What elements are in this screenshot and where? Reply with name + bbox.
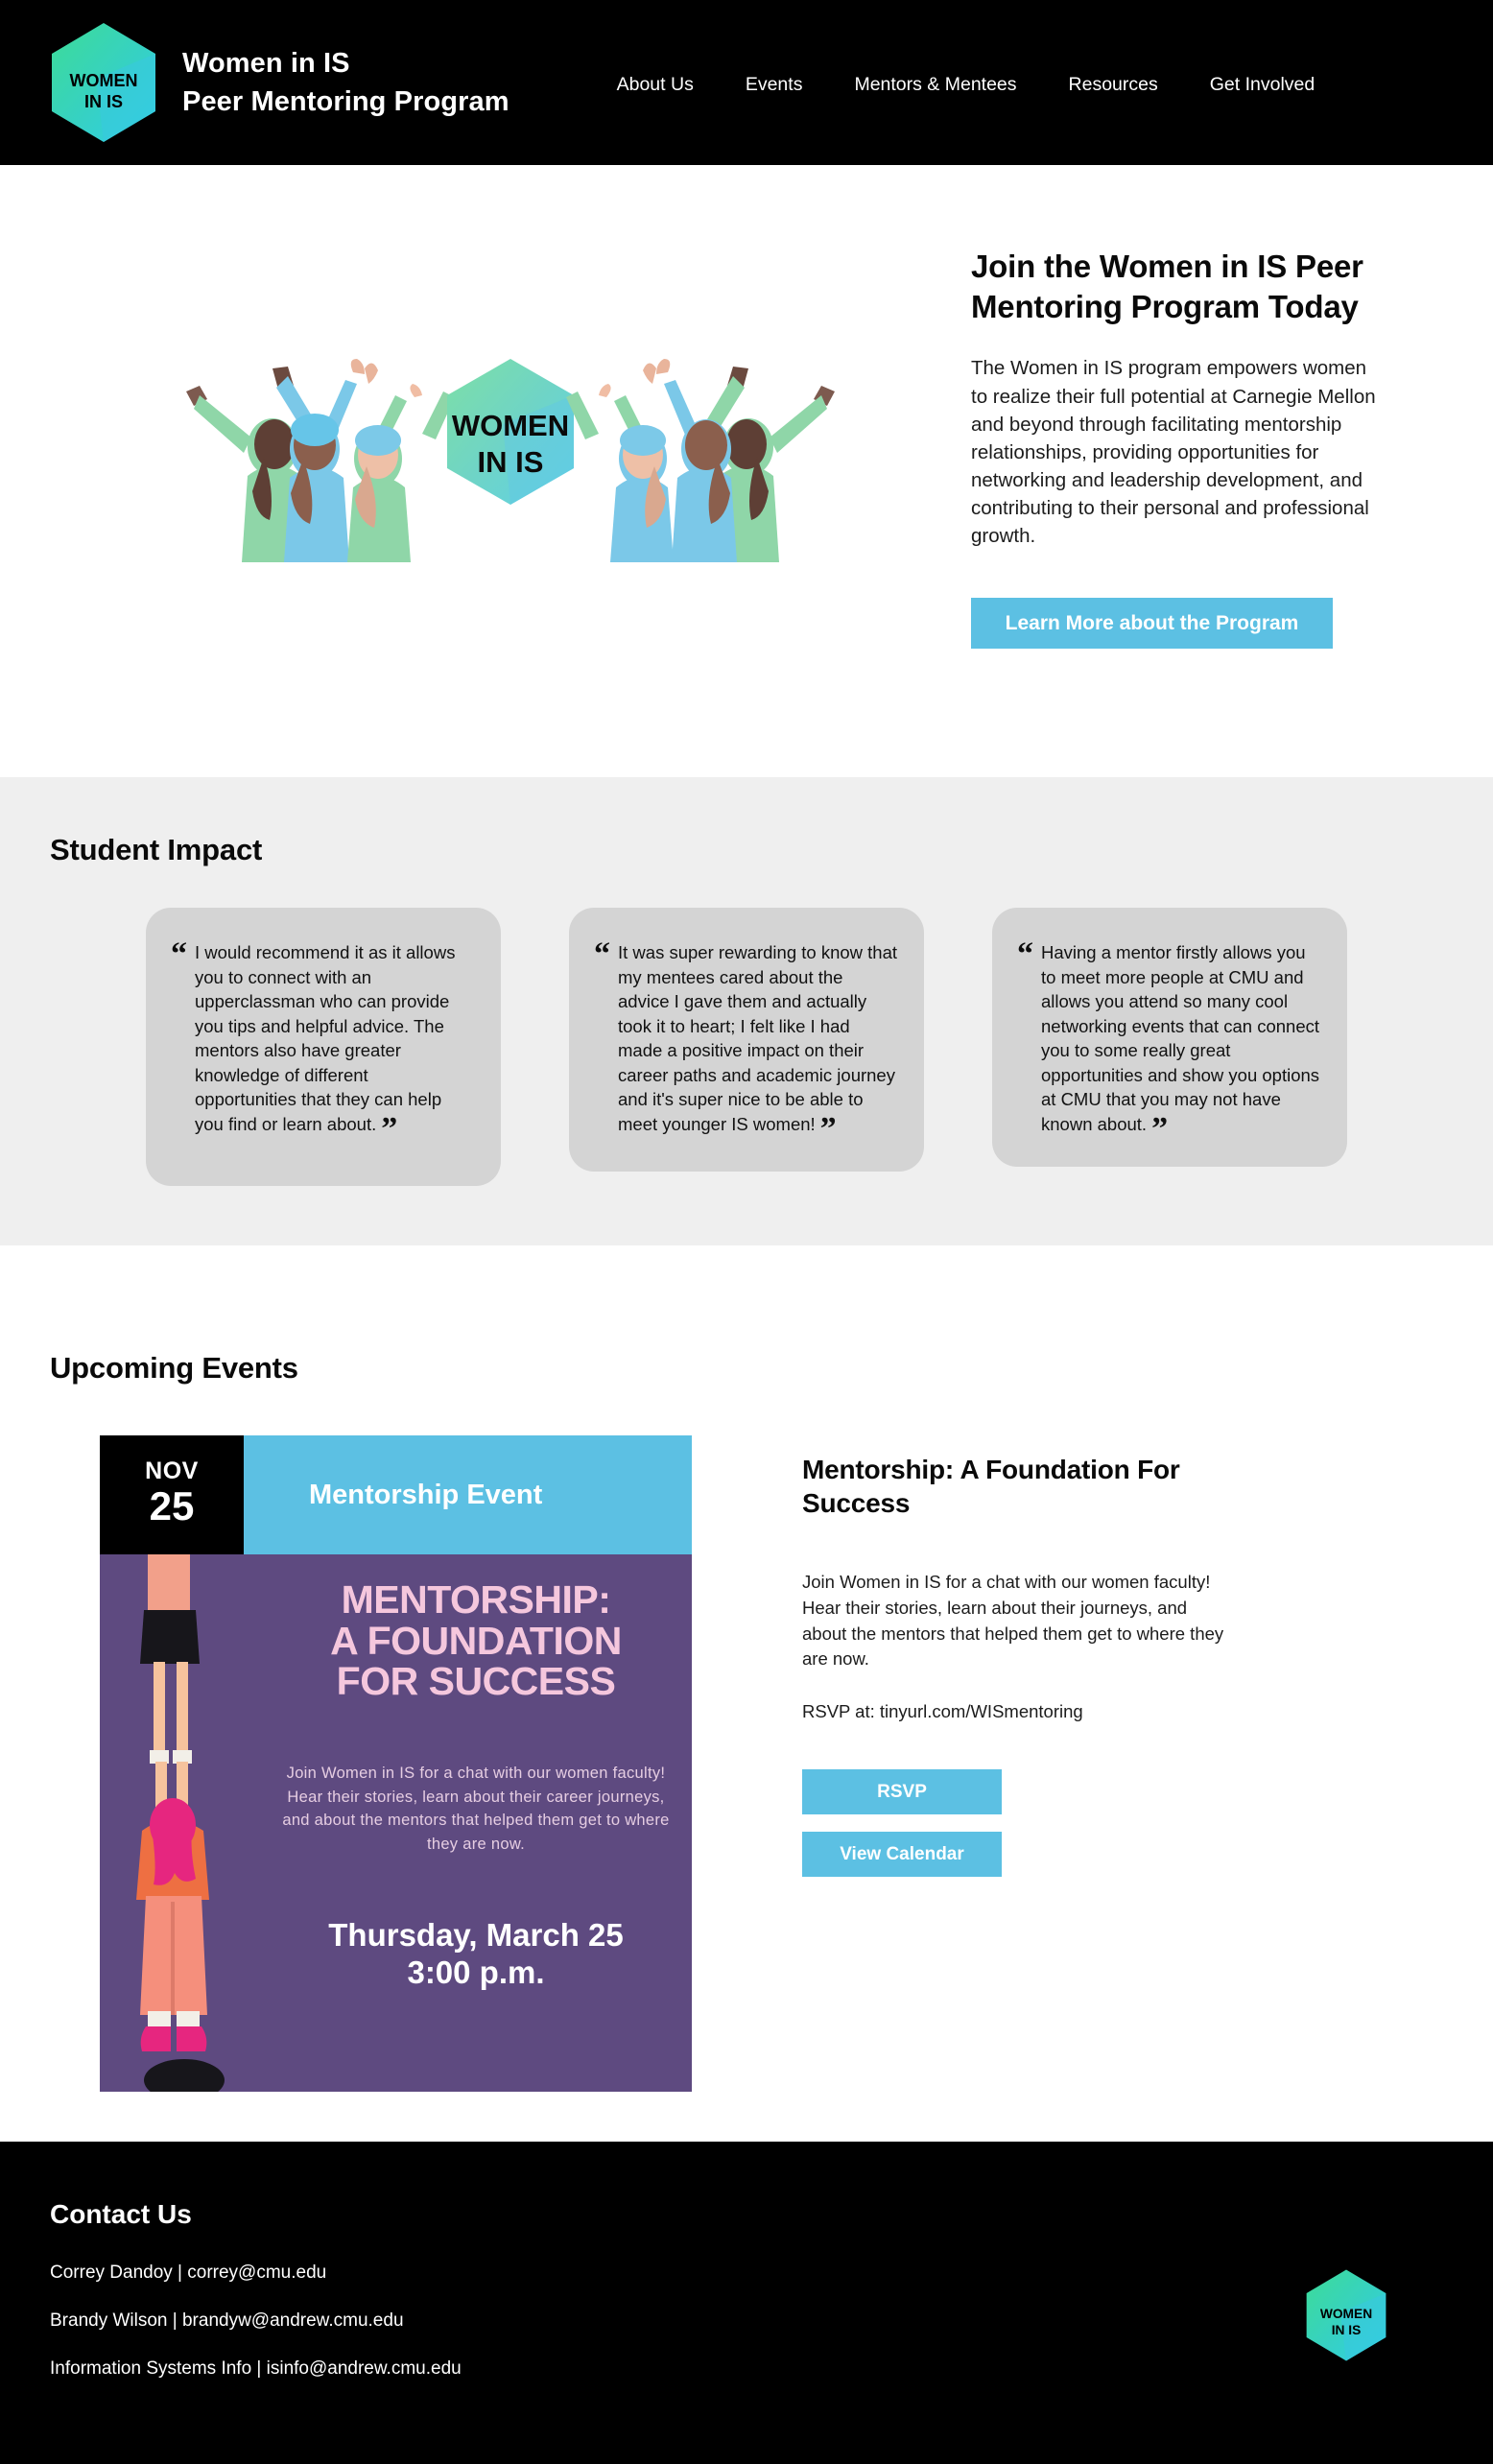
student-impact-section: Student Impact “ I would recommend it as… — [0, 777, 1493, 1245]
nav-item-mentors-mentees[interactable]: Mentors & Mentees — [854, 74, 1016, 96]
contact-line[interactable]: Brandy Wilson | brandyw@andrew.cmu.edu — [50, 2310, 462, 2332]
upcoming-events-section: Upcoming Events NOV 25 Mentorship Event — [0, 1245, 1493, 2142]
testimonial-text: Having a mentor firstly allows you to me… — [1041, 942, 1320, 1147]
event-detail: Mentorship: A Foundation For Success Joi… — [802, 1435, 1224, 1878]
event-row: NOV 25 Mentorship Event MENTORSHIP: A FO… — [50, 1435, 1443, 2142]
event-poster-image: MENTORSHIP: A FOUNDATION FOR SUCCESS Joi… — [100, 1554, 692, 2092]
testimonial-text: I would recommend it as it allows you to… — [195, 942, 456, 1147]
poster-body: Join Women in IS for a chat with our wom… — [282, 1764, 670, 1854]
hero-illustration: WOMEN IN IS — [50, 165, 971, 777]
rsvp-button[interactable]: RSVP — [802, 1769, 1002, 1815]
footer-women-in-is-logo-icon: WOMEN IN IS — [1305, 2268, 1387, 2362]
nav-item-events[interactable]: Events — [746, 74, 803, 96]
site-header: WOMEN IN IS Women in IS Peer Mentoring P… — [0, 0, 1493, 165]
hero-copy: Join the Women in IS Peer Mentoring Prog… — [971, 165, 1384, 650]
event-banner: Mentorship Event — [244, 1435, 692, 1554]
testimonial-card: “ It was super rewarding to know that my… — [569, 908, 924, 1172]
poster-title: MENTORSHIP: A FOUNDATION FOR SUCCESS — [330, 1577, 622, 1704]
poster-datetime: Thursday, March 25 3:00 p.m. — [328, 1916, 624, 1991]
nav-item-about-us[interactable]: About Us — [617, 74, 694, 96]
testimonial-list: “ I would recommend it as it allows you … — [50, 908, 1443, 1186]
event-month: NOV — [145, 1457, 199, 1485]
event-date-badge: NOV 25 — [100, 1435, 244, 1554]
footer-logo-text-line2: IN IS — [1332, 2323, 1362, 2337]
footer-logo-text-line1: WOMEN — [1320, 2307, 1372, 2321]
hero-illustration-text-line2: IN IS — [478, 445, 544, 479]
poster-content: MENTORSHIP: A FOUNDATION FOR SUCCESS Joi… — [277, 1579, 675, 1992]
brand[interactable]: WOMEN IN IS Women in IS Peer Mentoring P… — [50, 21, 510, 144]
testimonial-card: “ I would recommend it as it allows you … — [146, 908, 501, 1186]
contact-line[interactable]: Correy Dandoy | correy@cmu.edu — [50, 2263, 462, 2284]
footer-contact-block: Contact Us Correy Dandoy | correy@cmu.ed… — [50, 2199, 462, 2406]
women-in-is-logo-icon: WOMEN IN IS — [50, 21, 157, 144]
logo-text-line1: WOMEN — [70, 71, 138, 90]
testimonial-card: “ Having a mentor firstly allows you to … — [992, 908, 1347, 1167]
hero-body: The Women in IS program empowers women t… — [971, 357, 1376, 548]
logo-text-line2: IN IS — [84, 92, 123, 111]
nav-item-get-involved[interactable]: Get Involved — [1210, 74, 1315, 96]
nav-item-resources[interactable]: Resources — [1069, 74, 1158, 96]
hero-illustration-text-line1: WOMEN — [452, 409, 569, 442]
open-quote-icon: “ — [1017, 936, 1033, 972]
event-rsvp-link-text: RSVP at: tinyurl.com/WISmentoring — [802, 1701, 1083, 1722]
close-quote-icon: ” — [819, 1110, 837, 1147]
event-detail-body: Join Women in IS for a chat with our wom… — [802, 1572, 1224, 1670]
contact-us-title: Contact Us — [50, 2199, 192, 2229]
student-impact-title: Student Impact — [50, 833, 263, 866]
hero-title: Join the Women in IS Peer Mentoring Prog… — [971, 249, 1363, 325]
open-quote-icon: “ — [594, 936, 610, 972]
learn-more-button[interactable]: Learn More about the Program — [971, 598, 1333, 650]
event-day: 25 — [149, 1483, 195, 1529]
upcoming-events-title: Upcoming Events — [50, 1351, 298, 1385]
site-footer: Contact Us Correy Dandoy | correy@cmu.ed… — [0, 2142, 1493, 2464]
event-card[interactable]: NOV 25 Mentorship Event MENTORSHIP: A FO… — [100, 1435, 692, 2092]
event-banner-label: Mentorship Event — [309, 1479, 543, 1510]
close-quote-icon: ” — [1151, 1110, 1169, 1147]
event-detail-title: Mentorship: A Foundation For Success — [802, 1455, 1180, 1518]
close-quote-icon: ” — [381, 1110, 398, 1147]
event-card-header: NOV 25 Mentorship Event — [100, 1435, 692, 1554]
main-nav: About Us Events Mentors & Mentees Resour… — [617, 70, 1315, 96]
testimonial-text: It was super rewarding to know that my m… — [618, 942, 898, 1147]
open-quote-icon: “ — [171, 936, 187, 972]
hero-section: WOMEN IN IS Join the Women in IS Peer Me… — [0, 165, 1493, 777]
view-calendar-button[interactable]: View Calendar — [802, 1832, 1002, 1878]
contact-line[interactable]: Information Systems Info | isinfo@andrew… — [50, 2358, 462, 2380]
brand-title: Women in IS Peer Mentoring Program — [182, 47, 510, 117]
